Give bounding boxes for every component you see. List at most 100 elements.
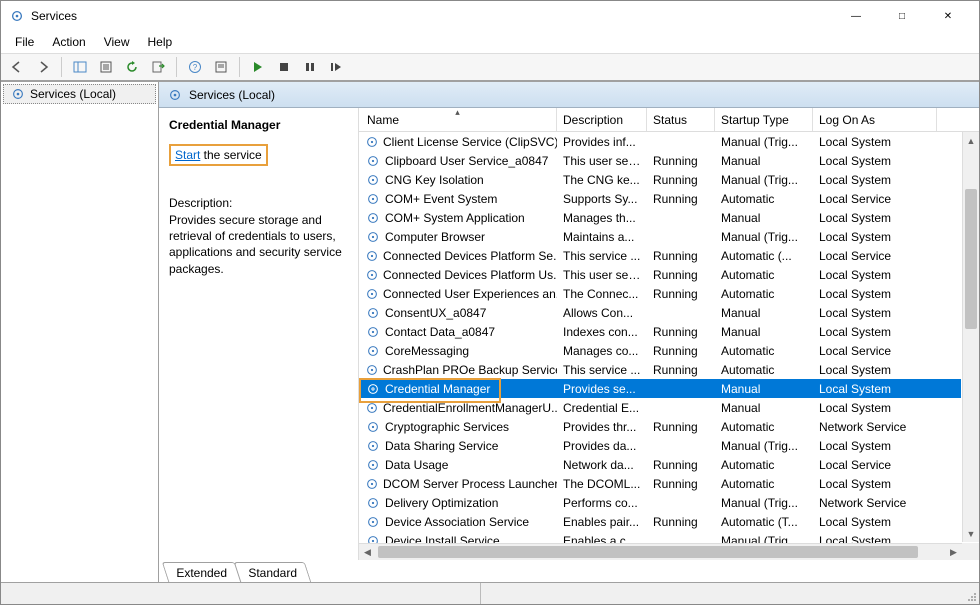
resize-grip-icon[interactable]: [959, 583, 979, 604]
service-row[interactable]: CNG Key IsolationThe CNG ke...RunningMan…: [359, 170, 961, 189]
service-row[interactable]: COM+ Event SystemSupports Sy...RunningAu…: [359, 189, 961, 208]
gear-icon: [365, 438, 381, 454]
menubar: File Action View Help: [1, 31, 979, 53]
service-description: Manages th...: [557, 211, 647, 225]
service-log-on-as: Local System: [813, 173, 937, 187]
service-name: Contact Data_a0847: [385, 325, 495, 339]
service-name: CrashPlan PROe Backup Service: [383, 363, 557, 377]
service-row[interactable]: Delivery OptimizationPerforms co...Manua…: [359, 493, 961, 512]
service-status: Running: [647, 249, 715, 263]
service-description: Performs co...: [557, 496, 647, 510]
service-row[interactable]: Data UsageNetwork da...RunningAutomaticL…: [359, 455, 961, 474]
service-startup-type: Automatic: [715, 458, 813, 472]
gear-icon: [365, 343, 381, 359]
gear-icon: [365, 210, 381, 226]
service-row[interactable]: CredentialEnrollmentManagerU...Credentia…: [359, 398, 961, 417]
service-startup-type: Automatic: [715, 287, 813, 301]
help-button[interactable]: ?: [183, 55, 207, 79]
service-startup-type: Manual: [715, 325, 813, 339]
service-log-on-as: Local System: [813, 515, 937, 529]
start-service-callout: Start the service: [169, 144, 268, 166]
service-row[interactable]: Data Sharing ServiceProvides da...Manual…: [359, 436, 961, 455]
service-row[interactable]: Contact Data_a0847Indexes con...RunningM…: [359, 322, 961, 341]
service-row[interactable]: Client License Service (ClipSVC)Provides…: [359, 132, 961, 151]
start-service-link[interactable]: Start: [175, 148, 200, 162]
horizontal-scrollbar[interactable]: ◀ ▶: [359, 543, 962, 560]
col-startup-type[interactable]: Startup Type: [715, 108, 813, 131]
close-button[interactable]: ✕: [925, 1, 971, 31]
tab-standard[interactable]: Standard: [233, 562, 310, 582]
scroll-thumb[interactable]: [965, 189, 977, 329]
service-name: Connected Devices Platform Se...: [383, 249, 557, 263]
scroll-corner: [962, 543, 979, 560]
service-row[interactable]: Cryptographic ServicesProvides thr...Run…: [359, 417, 961, 436]
gear-icon: [365, 362, 379, 378]
forward-button[interactable]: [31, 55, 55, 79]
scroll-left-icon[interactable]: ◀: [359, 544, 376, 560]
service-status: Running: [647, 287, 715, 301]
tab-extended[interactable]: Extended: [162, 562, 241, 582]
col-log-on-as[interactable]: Log On As: [813, 108, 937, 131]
tree-root-services-local[interactable]: Services (Local): [3, 84, 156, 104]
service-status: Running: [647, 192, 715, 206]
gear-icon: [365, 229, 381, 245]
service-startup-type: Manual: [715, 401, 813, 415]
service-row[interactable]: COM+ System ApplicationManages th...Manu…: [359, 208, 961, 227]
service-row[interactable]: Clipboard User Service_a0847This user se…: [359, 151, 961, 170]
pause-service-button[interactable]: [298, 55, 322, 79]
service-status: Running: [647, 363, 715, 377]
service-row[interactable]: ConsentUX_a0847Allows Con...ManualLocal …: [359, 303, 961, 322]
menu-action[interactable]: Action: [44, 33, 93, 51]
col-description[interactable]: Description: [557, 108, 647, 131]
export-button[interactable]: [146, 55, 170, 79]
service-description: The DCOML...: [557, 477, 647, 491]
service-row[interactable]: Connected User Experiences an...The Conn…: [359, 284, 961, 303]
maximize-button[interactable]: □: [879, 1, 925, 31]
tree-root-label: Services (Local): [30, 87, 116, 101]
back-button[interactable]: [5, 55, 29, 79]
menu-help[interactable]: Help: [140, 33, 181, 51]
scroll-right-icon[interactable]: ▶: [945, 544, 962, 560]
service-log-on-as: Local System: [813, 477, 937, 491]
service-log-on-as: Local Service: [813, 344, 937, 358]
service-status: Running: [647, 268, 715, 282]
service-row[interactable]: DCOM Server Process LauncherThe DCOML...…: [359, 474, 961, 493]
service-row[interactable]: CoreMessagingManages co...RunningAutomat…: [359, 341, 961, 360]
service-row[interactable]: Credential ManagerProvides se...ManualLo…: [359, 379, 961, 398]
scroll-up-icon[interactable]: ▲: [963, 132, 979, 149]
service-row[interactable]: Connected Devices Platform Se...This ser…: [359, 246, 961, 265]
gear-icon: [365, 457, 381, 473]
hscroll-thumb[interactable]: [378, 546, 918, 558]
scroll-down-icon[interactable]: ▼: [963, 525, 979, 542]
navigation-tree[interactable]: Services (Local): [1, 82, 159, 582]
service-log-on-as: Local System: [813, 325, 937, 339]
service-row[interactable]: Computer BrowserMaintains a...Manual (Tr…: [359, 227, 961, 246]
gear-icon: [365, 191, 381, 207]
service-description: This service ...: [557, 249, 647, 263]
properties-button[interactable]: [94, 55, 118, 79]
start-service-button[interactable]: [246, 55, 270, 79]
restart-service-button[interactable]: [324, 55, 348, 79]
show-hide-tree-button[interactable]: [68, 55, 92, 79]
minimize-button[interactable]: ―: [833, 1, 879, 31]
properties2-button[interactable]: [209, 55, 233, 79]
vertical-scrollbar[interactable]: ▲ ▼: [962, 132, 979, 542]
service-startup-type: Manual: [715, 211, 813, 225]
service-status: Running: [647, 477, 715, 491]
col-name[interactable]: Name▴: [359, 108, 557, 131]
menu-file[interactable]: File: [7, 33, 42, 51]
main-body: Services (Local) Services (Local) Creden…: [1, 81, 979, 582]
stop-service-button[interactable]: [272, 55, 296, 79]
detail-pane: Credential Manager Start the service Des…: [159, 108, 359, 560]
titlebar[interactable]: Services ― □ ✕: [1, 1, 979, 31]
service-description: This user ser...: [557, 268, 647, 282]
col-status[interactable]: Status: [647, 108, 715, 131]
menu-view[interactable]: View: [96, 33, 138, 51]
service-row[interactable]: Device Association ServiceEnables pair..…: [359, 512, 961, 531]
service-row[interactable]: Connected Devices Platform Us...This use…: [359, 265, 961, 284]
service-startup-type: Automatic: [715, 192, 813, 206]
refresh-button[interactable]: [120, 55, 144, 79]
service-startup-type: Manual (Trig...: [715, 496, 813, 510]
service-row[interactable]: CrashPlan PROe Backup ServiceThis servic…: [359, 360, 961, 379]
service-name: Data Usage: [385, 458, 448, 472]
